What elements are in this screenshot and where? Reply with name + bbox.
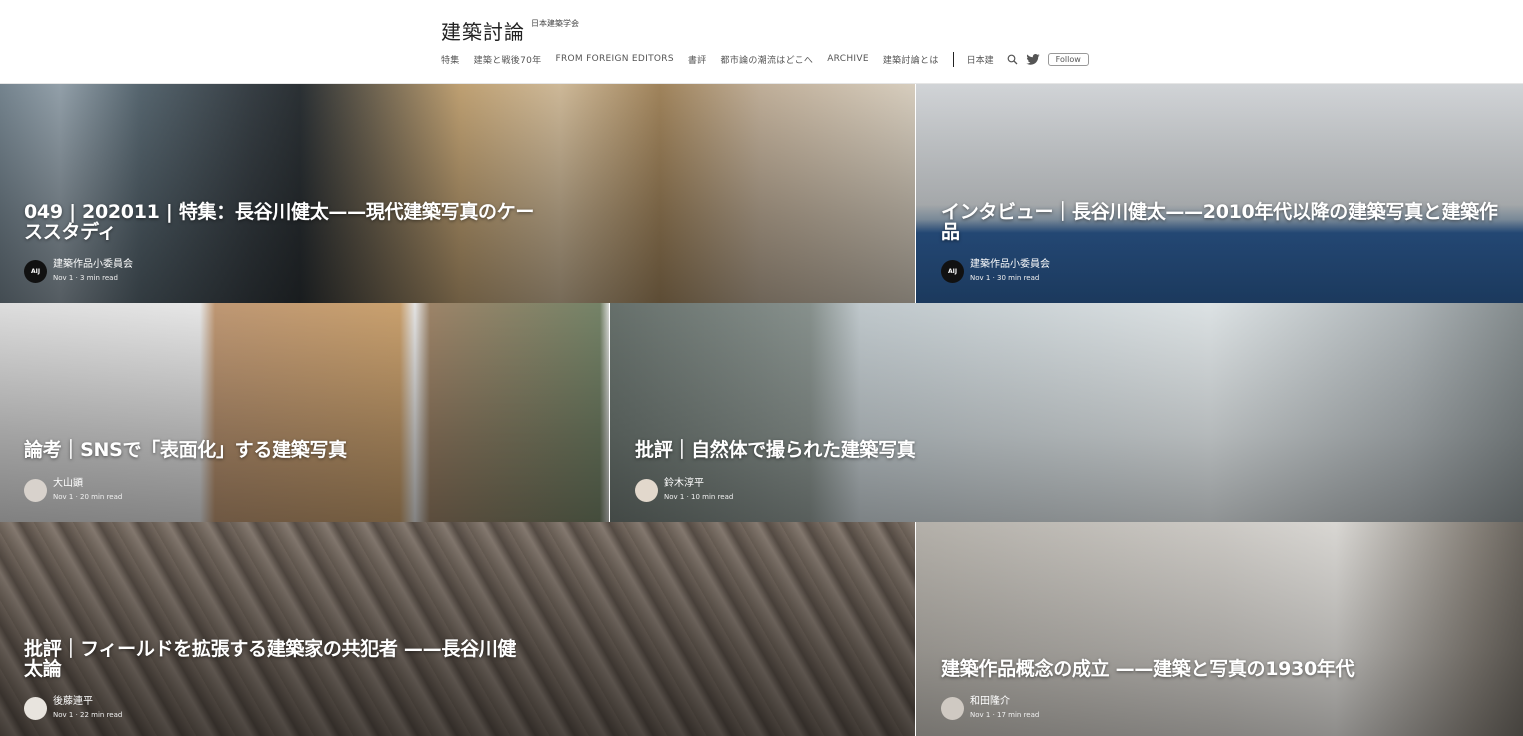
author-name[interactable]: 後藤連平 <box>53 696 122 708</box>
article-title[interactable]: 論考｜SNSで「表面化」する建築写真 <box>24 440 584 460</box>
article-author[interactable]: 大山顕 Nov 1 · 20 min read <box>24 478 122 502</box>
article-author[interactable]: AIJ 建築作品小委員会 Nov 1 · 3 min read <box>24 259 133 283</box>
avatar[interactable] <box>941 696 964 720</box>
article-meta: Nov 1 · 17 min read <box>970 711 1040 719</box>
article-card-interview[interactable]: インタビュー｜長谷川健太——2010年代以降の建築写真と建築作品 AIJ 建築作… <box>916 84 1523 303</box>
search-icon[interactable] <box>1007 54 1018 65</box>
twitter-icon[interactable] <box>1026 53 1040 65</box>
article-title[interactable]: 049 | 202011 | 特集：長谷川健太——現代建築写真のケーススタディ <box>24 202 544 242</box>
language-link[interactable]: 日本建 <box>967 53 994 66</box>
article-card-critique-field[interactable]: 批評｜フィールドを拡張する建築家の共犯者 ——長谷川健太論 後藤連平 Nov 1… <box>0 522 915 736</box>
article-title[interactable]: 批評｜自然体で撮られた建築写真 <box>635 440 1195 460</box>
site-title[interactable]: 建築討論 <box>441 16 525 45</box>
nav-item-postwar70[interactable]: 建築と戦後70年 <box>474 53 542 66</box>
nav-item-urbanism[interactable]: 都市論の潮流はどこへ <box>720 53 813 66</box>
article-meta: Nov 1 · 22 min read <box>53 711 123 719</box>
article-title[interactable]: 建築作品概念の成立 ——建築と写真の1930年代 <box>941 659 1501 679</box>
avatar[interactable]: AIJ <box>24 259 47 283</box>
author-name[interactable]: 建築作品小委員会 <box>53 259 133 271</box>
article-card-critique-natural[interactable]: 批評｜自然体で撮られた建築写真 鈴木淳平 Nov 1 · 10 min read <box>610 303 1523 522</box>
author-name[interactable]: 大山顕 <box>53 478 122 490</box>
avatar[interactable] <box>24 478 47 502</box>
brand[interactable]: 建築討論 日本建築学会 <box>441 16 579 45</box>
author-name[interactable]: 建築作品小委員会 <box>970 259 1050 271</box>
article-author[interactable]: 鈴木淳平 Nov 1 · 10 min read <box>635 478 733 502</box>
article-meta: Nov 1 · 20 min read <box>53 493 123 501</box>
article-card-essay[interactable]: 論考｜SNSで「表面化」する建築写真 大山顕 Nov 1 · 20 min re… <box>0 303 609 522</box>
article-author[interactable]: AIJ 建築作品小委員会 Nov 1 · 30 min read <box>941 259 1050 283</box>
article-meta: Nov 1 · 3 min read <box>53 274 118 282</box>
site-header: 建築討論 日本建築学会 特集 建築と戦後70年 FROM FOREIGN EDI… <box>0 0 1523 84</box>
nav-item-book-review[interactable]: 書評 <box>688 53 707 66</box>
article-title[interactable]: 批評｜フィールドを拡張する建築家の共犯者 ——長谷川健太論 <box>24 639 524 679</box>
article-title[interactable]: インタビュー｜長谷川健太——2010年代以降の建築写真と建築作品 <box>941 202 1501 242</box>
author-name[interactable]: 鈴木淳平 <box>664 478 733 490</box>
main-nav: 特集 建築と戦後70年 FROM FOREIGN EDITORS 書評 都市論の… <box>441 51 1089 67</box>
article-author[interactable]: 後藤連平 Nov 1 · 22 min read <box>24 696 122 720</box>
avatar[interactable]: AIJ <box>941 259 964 283</box>
avatar[interactable] <box>24 696 47 720</box>
site-subtitle: 日本建築学会 <box>531 19 579 28</box>
article-card-architecture-concept[interactable]: 建築作品概念の成立 ——建築と写真の1930年代 和田隆介 Nov 1 · 17… <box>916 522 1523 736</box>
article-meta: Nov 1 · 10 min read <box>664 493 734 501</box>
article-meta: Nov 1 · 30 min read <box>970 274 1040 282</box>
nav-item-about[interactable]: 建築討論とは <box>883 53 939 66</box>
article-card-feature[interactable]: 049 | 202011 | 特集：長谷川健太——現代建築写真のケーススタディ … <box>0 84 915 303</box>
nav-divider <box>952 51 954 67</box>
avatar[interactable] <box>635 478 658 502</box>
nav-item-archive[interactable]: ARCHIVE <box>827 54 869 64</box>
author-name[interactable]: 和田隆介 <box>970 696 1039 708</box>
follow-button[interactable]: Follow <box>1047 52 1089 66</box>
article-author[interactable]: 和田隆介 Nov 1 · 17 min read <box>941 696 1039 720</box>
nav-item-feature[interactable]: 特集 <box>441 53 460 66</box>
nav-item-foreign-editors[interactable]: FROM FOREIGN EDITORS <box>555 54 673 64</box>
